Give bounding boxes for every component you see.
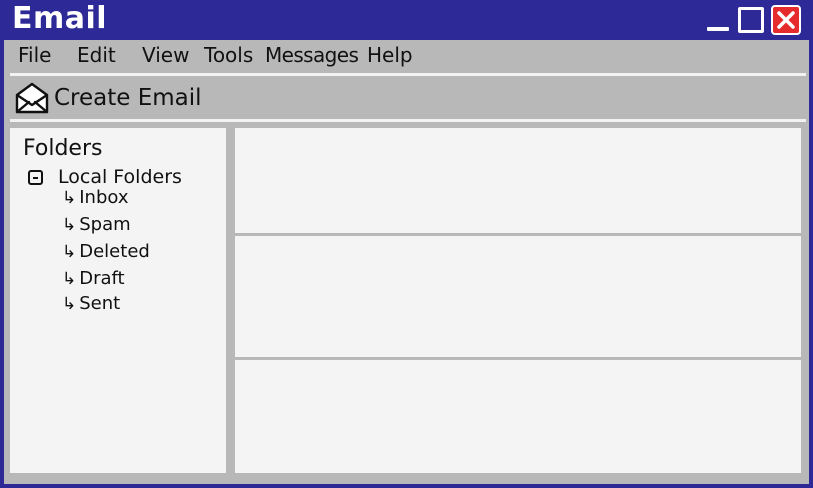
create-email-button[interactable]: Create Email [14,81,202,115]
folder-deleted[interactable]: ↳ Deleted [62,241,150,262]
menu-tools[interactable]: Tools [204,43,253,67]
minimize-button[interactable] [705,7,731,33]
menu-help[interactable]: Help [367,43,413,67]
child-arrow-icon: ↳ [62,241,77,262]
folder-sent[interactable]: ↳ Sent [62,293,120,314]
menu-edit[interactable]: Edit [77,43,116,67]
folder-label: Sent [79,293,121,314]
create-email-label: Create Email [54,85,202,111]
close-icon [777,11,795,29]
folder-label: Inbox [79,187,129,208]
message-list-panel[interactable] [235,128,801,233]
menu-file[interactable]: File [18,43,51,67]
folder-label: Deleted [79,241,150,262]
collapse-icon[interactable] [28,169,43,185]
close-button[interactable] [771,5,801,35]
local-folders-node[interactable]: Local Folders [28,166,182,188]
menu-bar: File Edit View Tools Messages Help [4,40,809,74]
window-title: Email [12,1,108,36]
envelope-open-icon [15,82,49,114]
message-header-panel[interactable] [235,236,801,357]
email-window: Email File Edit View Tools Messages Help [0,0,813,488]
child-arrow-icon: ↳ [62,293,77,314]
folder-label: Spam [79,214,131,235]
window-client-area: File Edit View Tools Messages Help Creat… [4,40,809,484]
child-arrow-icon: ↳ [62,214,77,235]
menu-separator [10,73,806,76]
folder-inbox[interactable]: ↳ Inbox [62,187,129,208]
menu-messages[interactable]: Messages [265,43,359,67]
maximize-button[interactable] [738,7,764,33]
folder-spam[interactable]: ↳ Spam [62,214,131,235]
folders-heading: Folders [23,136,103,161]
content-pane [235,128,801,473]
folder-label: Draft [79,268,125,289]
folder-pane: Folders Local Folders ↳ Inbox ↳ Spam ↳ D… [10,128,226,473]
toolbar-separator [10,119,806,122]
local-folders-label: Local Folders [58,166,182,188]
child-arrow-icon: ↳ [62,187,77,208]
folder-draft[interactable]: ↳ Draft [62,268,125,289]
child-arrow-icon: ↳ [62,268,77,289]
title-bar[interactable]: Email [0,0,813,40]
message-body-panel[interactable] [235,360,801,473]
menu-view[interactable]: View [142,43,189,67]
toolbar: Create Email [4,77,809,119]
